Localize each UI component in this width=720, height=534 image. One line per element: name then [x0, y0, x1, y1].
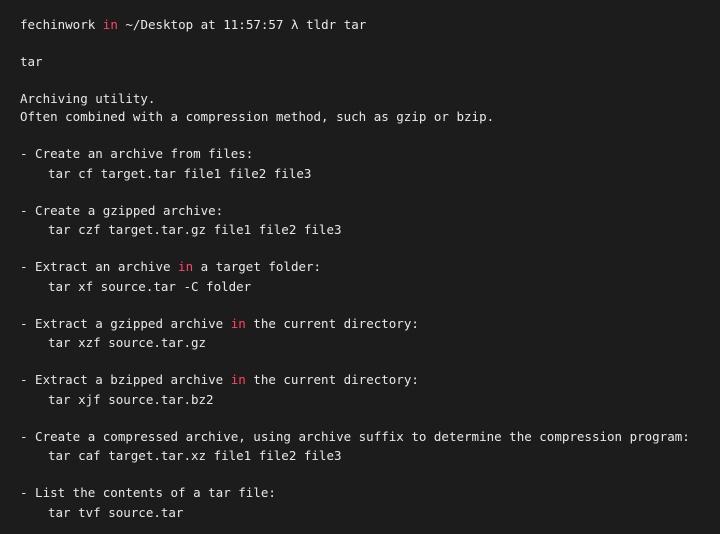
entry-text: - List the contents of a tar file:: [20, 485, 276, 500]
tldr-entry: - Create a gzipped archive: tar czf targe…: [20, 202, 700, 241]
entry-text: - Create a gzipped archive:: [20, 203, 223, 218]
entry-description: - Extract an archive in a target folder:: [20, 258, 700, 277]
entry-description: - Extract a bzipped archive in the curre…: [20, 371, 700, 390]
entry-text: a target folder:: [193, 259, 321, 274]
entry-text: - Extract a gzipped archive: [20, 316, 231, 331]
tldr-entry: - Extract a gzipped archive in the curre…: [20, 315, 700, 354]
entry-command: tar xf source.tar -C folder: [20, 278, 700, 297]
highlight-word: in: [231, 316, 246, 331]
tldr-entry: - List the contents of a tar file: tar tv…: [20, 484, 700, 523]
entry-description: - List the contents of a tar file:: [20, 484, 700, 503]
tldr-entries: - Create an archive from files: tar cf ta…: [20, 145, 700, 523]
entry-description: - Create a compressed archive, using arc…: [20, 428, 700, 447]
entry-description: - Create a gzipped archive:: [20, 202, 700, 221]
entry-command: tar xzf source.tar.gz: [20, 334, 700, 353]
entry-text: - Create a compressed archive, using arc…: [20, 429, 690, 444]
terminal-prompt: fechinwork in ~/Desktop at 11:57:57 λ tl…: [20, 16, 700, 35]
highlight-word: in: [231, 372, 246, 387]
entry-text: - Create an archive from files:: [20, 146, 253, 161]
tldr-entry: - Create an archive from files: tar cf ta…: [20, 145, 700, 184]
entry-command: tar czf target.tar.gz file1 file2 file3: [20, 221, 700, 240]
prompt-time: 11:57:57: [223, 17, 283, 32]
prompt-command[interactable]: tldr tar: [306, 17, 366, 32]
prompt-path: ~/Desktop: [125, 17, 193, 32]
entry-command: tar xjf source.tar.bz2: [20, 391, 700, 410]
prompt-in-word: in: [103, 17, 118, 32]
entry-description: - Create an archive from files:: [20, 145, 700, 164]
tldr-entry: - Extract a bzipped archive in the curre…: [20, 371, 700, 410]
entry-description: - Extract a gzipped archive in the curre…: [20, 315, 700, 334]
prompt-user: fechinwork: [20, 17, 95, 32]
description-line1: Archiving utility.: [20, 90, 700, 109]
entry-command: tar tvf source.tar: [20, 504, 700, 523]
description-line2: Often combined with a compression method…: [20, 108, 700, 127]
entry-command: tar caf target.tar.xz file1 file2 file3: [20, 447, 700, 466]
entry-text: the current directory:: [246, 372, 419, 387]
entry-text: - Extract an archive: [20, 259, 178, 274]
entry-text: the current directory:: [246, 316, 419, 331]
entry-command: tar cf target.tar file1 file2 file3: [20, 165, 700, 184]
highlight-word: in: [178, 259, 193, 274]
entry-text: - Extract a bzipped archive: [20, 372, 231, 387]
prompt-at: at: [201, 17, 216, 32]
tldr-entry: - Extract an archive in a target folder:…: [20, 258, 700, 297]
tldr-description: Archiving utility. Often combined with a…: [20, 90, 700, 128]
prompt-lambda: λ: [291, 17, 299, 32]
tldr-entry: - Create a compressed archive, using arc…: [20, 428, 700, 467]
tldr-title: tar: [20, 53, 700, 72]
